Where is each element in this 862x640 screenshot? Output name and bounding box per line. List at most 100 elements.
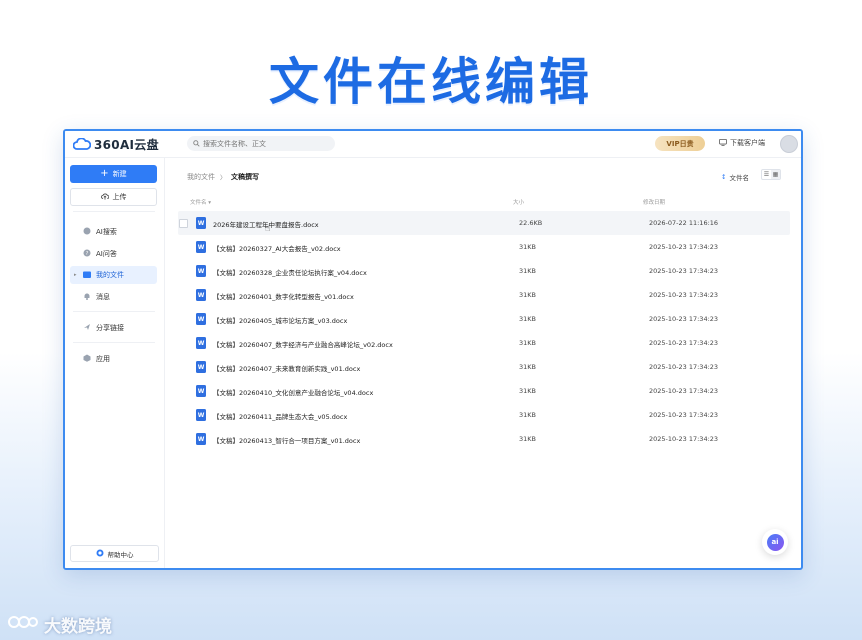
sidebar-item-share-links[interactable]: 分享链接 xyxy=(70,319,157,337)
app-logo[interactable]: 360AI云盘 xyxy=(72,135,159,154)
breadcrumb-root[interactable]: 我的文件 xyxy=(187,172,215,182)
word-doc-icon: W xyxy=(196,313,206,325)
hand-cursor-icon: ☝ xyxy=(265,224,271,234)
file-size: 31KB xyxy=(519,267,536,275)
file-list: W 2026年建设工程年中要盘报告.docx ☝ 22.6KB 2026-07-… xyxy=(178,211,790,451)
svg-text:?: ? xyxy=(86,251,89,257)
app-icon xyxy=(83,354,91,364)
row-checkbox[interactable] xyxy=(179,219,188,228)
share-icon xyxy=(83,323,91,333)
file-name[interactable]: 【文稿】20260411_品牌生态大会_v05.docx xyxy=(213,411,347,421)
breadcrumb-current: 文稿撰写 xyxy=(231,173,260,181)
table-row[interactable]: W 【文稿】20260411_品牌生态大会_v05.docx 31KB 2025… xyxy=(178,403,790,427)
download-client-button[interactable]: 下载客户端 xyxy=(719,138,765,148)
file-date: 2025-10-23 17:34:23 xyxy=(649,267,719,275)
table-row[interactable]: W 【文稿】20260407_数字经济与产业融合高峰论坛_v02.docx 31… xyxy=(178,331,790,355)
help-center-label: 帮助中心 xyxy=(107,550,134,559)
cloud-logo-icon xyxy=(72,135,92,154)
sidebar-item-ai-search[interactable]: AI搜索 xyxy=(70,223,157,241)
sidebar-item-label: 消息 xyxy=(96,293,110,301)
sidebar-item-label: 我的文件 xyxy=(96,271,124,279)
vip-button[interactable]: VIP日贵 xyxy=(655,136,705,151)
file-date: 2025-10-23 17:34:23 xyxy=(649,435,719,443)
breadcrumb-separator: 〉 xyxy=(220,174,227,182)
table-row[interactable]: W 【文稿】20260327_AI大会报告_v02.docx 31KB 2025… xyxy=(178,235,790,259)
avatar[interactable] xyxy=(780,135,798,153)
word-doc-icon: W xyxy=(196,385,206,397)
table-row[interactable]: W 【文稿】20260410_文化创意产业融合论坛_v04.docx 31KB … xyxy=(178,379,790,403)
file-date: 2025-10-23 17:34:23 xyxy=(649,291,719,299)
sidebar-item-messages[interactable]: 消息 xyxy=(70,288,157,306)
file-size: 31KB xyxy=(519,315,536,323)
upload-button-label: 上传 xyxy=(112,193,127,201)
folder-icon xyxy=(83,271,91,280)
sort-arrow-icon: ↕ xyxy=(721,173,727,181)
file-size: 31KB xyxy=(519,339,536,347)
column-name[interactable]: 文件名 ▾ xyxy=(190,198,211,206)
file-name[interactable]: 【文稿】20260410_文化创意产业融合论坛_v04.docx xyxy=(213,387,373,397)
divider xyxy=(73,311,155,312)
sidebar-item-apps[interactable]: 应用 xyxy=(70,350,157,368)
upload-button[interactable]: 上传 xyxy=(70,188,157,206)
help-icon xyxy=(96,549,104,559)
chevron-right-icon: ▸ xyxy=(74,272,77,278)
sort-button[interactable]: ↕ 文件名 xyxy=(721,172,749,182)
breadcrumb: 我的文件 〉 文稿撰写 xyxy=(187,172,259,182)
file-size: 31KB xyxy=(519,363,536,371)
file-size: 31KB xyxy=(519,387,536,395)
word-doc-icon: W xyxy=(196,217,206,229)
search-box[interactable] xyxy=(187,136,335,151)
upload-cloud-icon xyxy=(100,193,109,202)
word-doc-icon: W xyxy=(196,409,206,421)
file-name[interactable]: 【文稿】20260413_智行合一项目方案_v01.docx xyxy=(213,435,360,445)
watermark-logo-icon xyxy=(8,613,38,636)
file-date: 2025-10-23 17:34:23 xyxy=(649,411,719,419)
new-button[interactable]: + 新建 xyxy=(70,165,157,183)
sort-label: 文件名 xyxy=(729,174,749,182)
file-size: 31KB xyxy=(519,243,536,251)
table-row[interactable]: W 【文稿】20260401_数字化转型报告_v01.docx 31KB 202… xyxy=(178,283,790,307)
file-date: 2025-10-23 17:34:23 xyxy=(649,315,719,323)
file-name[interactable]: 【文稿】20260327_AI大会报告_v02.docx xyxy=(213,243,341,253)
search-input[interactable] xyxy=(203,137,328,150)
table-row[interactable]: W 【文稿】20260407_未来教育创新实践_v01.docx 31KB 20… xyxy=(178,355,790,379)
list-view-icon[interactable]: ☰ xyxy=(762,170,771,179)
bell-icon xyxy=(83,292,91,302)
grid-view-icon[interactable]: ▦ xyxy=(771,170,780,179)
file-name[interactable]: 【文稿】20260401_数字化转型报告_v01.docx xyxy=(213,291,354,301)
sidebar-item-label: 应用 xyxy=(96,355,110,363)
sidebar: + 新建 上传 AI搜索 ? AI问答 ▸ 我的文件 消息 分享链接 应用 帮助… xyxy=(65,158,165,568)
file-date: 2025-10-23 17:34:23 xyxy=(649,243,719,251)
table-row[interactable]: W 【文稿】20260328_企业责任论坛执行案_v04.docx 31KB 2… xyxy=(178,259,790,283)
file-size: 31KB xyxy=(519,411,536,419)
file-size: 22.6KB xyxy=(519,219,543,227)
sidebar-item-ai-qa[interactable]: ? AI问答 xyxy=(70,245,157,263)
file-date: 2026-07-22 11:16:16 xyxy=(649,219,719,227)
word-doc-icon: W xyxy=(196,289,206,301)
new-button-label: 新建 xyxy=(112,170,127,178)
file-name[interactable]: 【文稿】20260407_未来教育创新实践_v01.docx xyxy=(213,363,360,373)
file-name[interactable]: 【文稿】20260407_数字经济与产业融合高峰论坛_v02.docx xyxy=(213,339,393,349)
file-name[interactable]: 【文稿】20260328_企业责任论坛执行案_v04.docx xyxy=(213,267,367,277)
app-window: 360AI云盘 VIP日贵 下载客户端 + 新建 上传 xyxy=(63,129,803,570)
ai-assistant-button[interactable]: ai xyxy=(762,529,788,555)
download-client-label: 下载客户端 xyxy=(730,139,765,147)
column-size[interactable]: 大小 xyxy=(513,198,524,206)
sidebar-item-my-files[interactable]: ▸ 我的文件 xyxy=(70,266,157,284)
plus-icon: + xyxy=(100,168,109,179)
column-date[interactable]: 修改日期 xyxy=(643,198,665,206)
top-bar: 360AI云盘 VIP日贵 下载客户端 xyxy=(65,131,801,158)
logo-text: 360AI云盘 xyxy=(94,137,159,152)
help-center-button[interactable]: 帮助中心 xyxy=(70,545,159,562)
watermark: 大数跨境 xyxy=(8,612,112,637)
table-row[interactable]: W 【文稿】20260413_智行合一项目方案_v01.docx 31KB 20… xyxy=(178,427,790,451)
file-name[interactable]: 【文稿】20260405_城市论坛方案_v03.docx xyxy=(213,315,347,325)
word-doc-icon: W xyxy=(196,361,206,373)
table-row[interactable]: W 2026年建设工程年中要盘报告.docx ☝ 22.6KB 2026-07-… xyxy=(178,211,790,235)
table-header: 文件名 ▾ 大小 修改日期 xyxy=(183,198,783,208)
file-size: 31KB xyxy=(519,435,536,443)
file-date: 2025-10-23 17:34:23 xyxy=(649,339,719,347)
word-doc-icon: W xyxy=(196,265,206,277)
sidebar-item-label: AI搜索 xyxy=(96,228,117,236)
table-row[interactable]: W 【文稿】20260405_城市论坛方案_v03.docx 31KB 2025… xyxy=(178,307,790,331)
